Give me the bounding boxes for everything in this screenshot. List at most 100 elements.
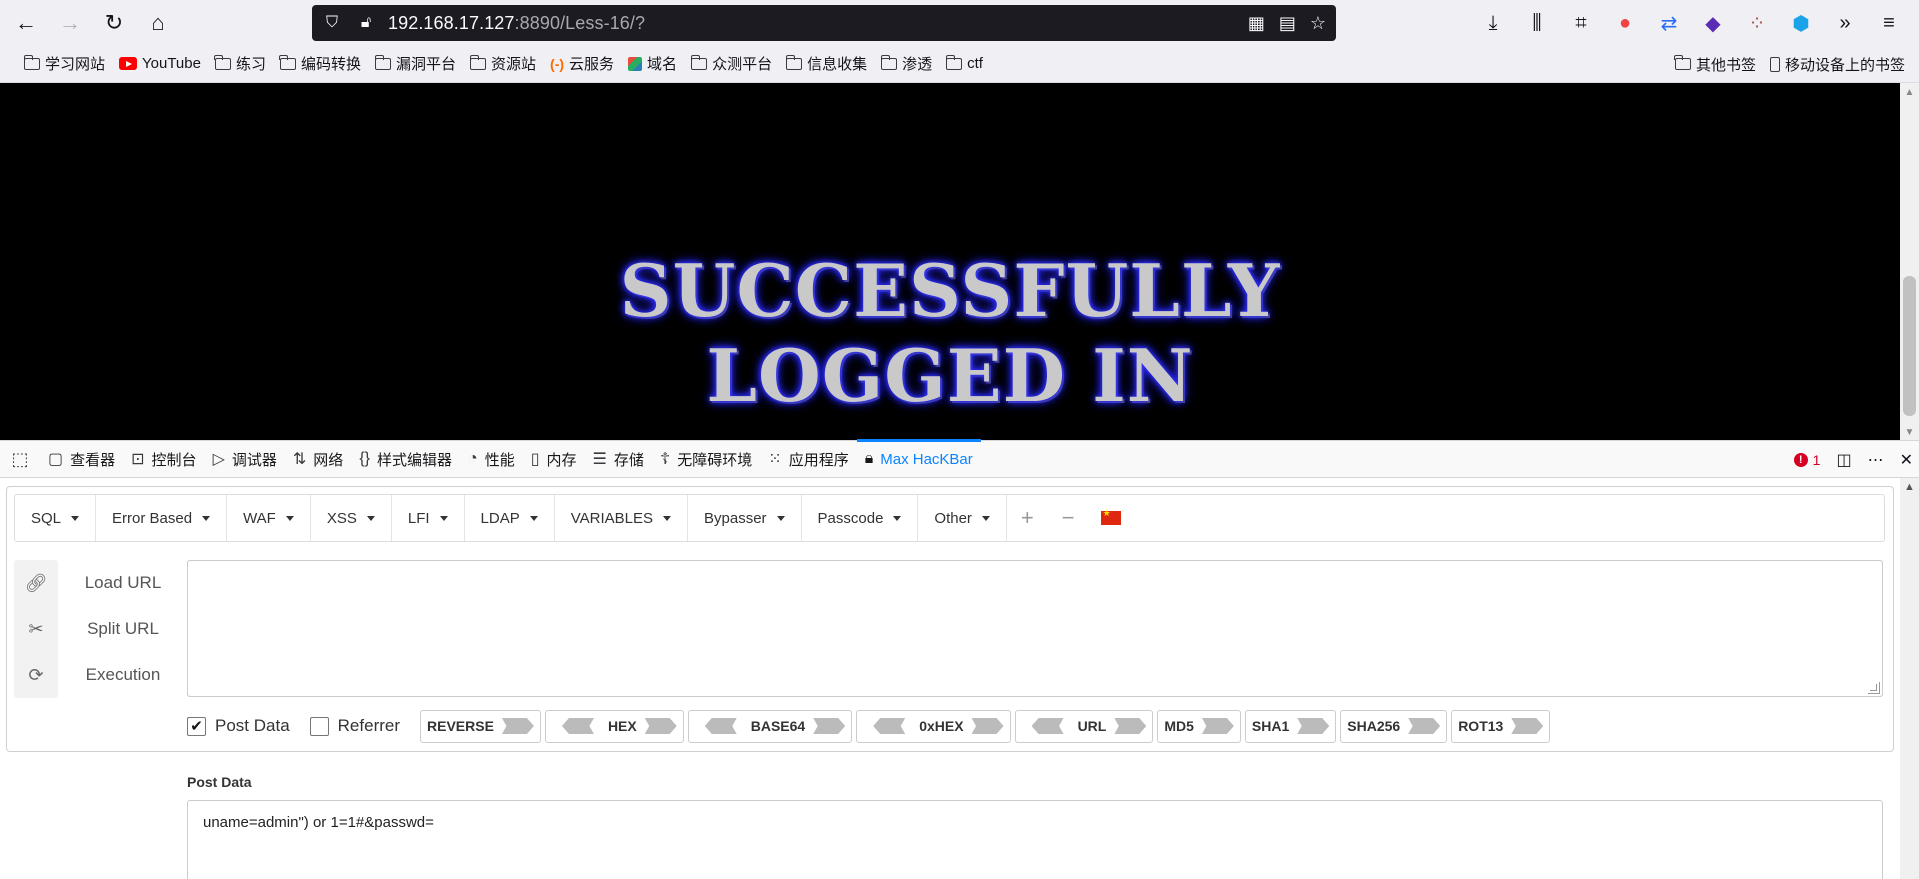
page-scrollbar[interactable]: ▲ ▼ xyxy=(1900,83,1919,440)
tab-memory[interactable]: ▯ 内存 xyxy=(523,440,585,478)
overflow-chevron-icon[interactable]: » xyxy=(1831,12,1859,35)
md5-button[interactable]: MD5 xyxy=(1157,709,1241,743)
success-message-line2: LOGGED IN xyxy=(706,333,1194,418)
bookmark-item[interactable]: 众测平台 xyxy=(690,53,772,74)
rot13-button[interactable]: ROT13 xyxy=(1451,709,1551,743)
split-url-button[interactable]: Split URL xyxy=(64,606,182,652)
tab-max-hackbar[interactable]: 🔒︎ Max HacKBar xyxy=(856,439,981,478)
extension-diamond-icon[interactable]: ◆ xyxy=(1699,11,1727,36)
menu-xss[interactable]: XSS xyxy=(311,495,392,541)
base64-button[interactable]: BASE64 xyxy=(687,709,853,743)
china-flag-icon[interactable] xyxy=(1089,495,1133,541)
close-icon[interactable]: ✕ xyxy=(1900,450,1913,470)
bookmark-item[interactable]: 资源站 xyxy=(469,53,536,74)
link-icon[interactable]: 🔗︎ xyxy=(14,560,58,606)
menu-ldap[interactable]: LDAP xyxy=(465,495,555,541)
reverse-button[interactable]: REVERSE xyxy=(420,709,541,743)
tab-network[interactable]: ⇅ 网络 xyxy=(285,440,351,478)
refresh-icon[interactable]: ⟳ xyxy=(14,652,58,698)
tab-style-editor[interactable]: {} 样式编辑器 xyxy=(351,440,460,478)
url-bar[interactable]: ⛉ 🔓︎ 192.168.17.127:8890/Less-16/? ▦ ▤ ☆ xyxy=(312,5,1336,41)
tab-accessibility[interactable]: ☦ 无障碍环境 xyxy=(652,440,760,478)
folder-icon xyxy=(279,54,296,70)
bookmark-item[interactable]: 学习网站 xyxy=(23,53,105,74)
extension-hex-icon[interactable]: ⬢ xyxy=(1787,11,1815,36)
menu-waf[interactable]: WAF xyxy=(227,495,311,541)
bookmark-star-icon[interactable]: ☆ xyxy=(1310,13,1326,34)
bookmark-item[interactable]: 域名 xyxy=(628,53,677,74)
scrollbar-thumb[interactable] xyxy=(1903,276,1916,416)
accessibility-icon: ☦ xyxy=(659,451,671,468)
tab-inspector[interactable]: ▢ 查看器 xyxy=(40,440,123,478)
extension-sync-icon[interactable]: ⇄ xyxy=(1655,11,1683,36)
menu-error-based[interactable]: Error Based xyxy=(96,495,228,541)
other-bookmarks[interactable]: 其他书签 xyxy=(1674,54,1756,75)
tab-performance[interactable]: ◔ 性能 xyxy=(460,440,523,478)
bookmark-item[interactable]: 信息收集 xyxy=(785,53,867,74)
home-icon[interactable]: ⌂ xyxy=(140,5,176,41)
scroll-down-arrow-icon[interactable]: ▼ xyxy=(1900,427,1919,438)
bookmark-item[interactable]: ctf xyxy=(945,54,983,72)
menu-lfi[interactable]: LFI xyxy=(392,495,465,541)
sha1-button[interactable]: SHA1 xyxy=(1244,709,1337,743)
back-arrow-icon[interactable]: ← xyxy=(8,5,44,41)
reader-view-icon[interactable]: ▤ xyxy=(1279,13,1296,34)
menu-bypasser[interactable]: Bypasser xyxy=(688,495,802,541)
browser-toolbar: ← → ↻ ⌂ ⛉ 🔓︎ 192.168.17.127:8890/Less-16… xyxy=(0,0,1919,45)
load-url-button[interactable]: Load URL xyxy=(64,560,182,606)
sha256-button[interactable]: SHA256 xyxy=(1340,709,1448,743)
tab-debugger[interactable]: ▷ 调试器 xyxy=(205,440,285,478)
memory-icon: ▯ xyxy=(530,451,540,468)
referrer-checkbox[interactable] xyxy=(309,716,329,736)
menu-hamburger-icon[interactable]: ≡ xyxy=(1875,12,1903,35)
menu-variables[interactable]: VARIABLES xyxy=(555,495,688,541)
downloads-icon[interactable]: ⤓ xyxy=(1479,12,1507,35)
reload-icon[interactable]: ↻ xyxy=(96,5,132,41)
crop-screenshot-icon[interactable]: ⌗ xyxy=(1567,12,1595,35)
scroll-up-arrow-icon[interactable]: ▲ xyxy=(1900,481,1919,493)
tab-application[interactable]: ⁙ 应用程序 xyxy=(760,440,856,478)
panel-scrollbar[interactable]: ▲ xyxy=(1900,478,1919,879)
bookmark-item[interactable]: 漏洞平台 xyxy=(374,53,456,74)
post-data-checkbox[interactable]: ✔ xyxy=(187,716,206,736)
caret-down-icon xyxy=(439,515,448,521)
url-textarea[interactable] xyxy=(187,560,1883,697)
more-options-icon[interactable]: ⋯ xyxy=(1868,450,1884,470)
mobile-bookmarks[interactable]: 移动设备上的书签 xyxy=(1769,54,1905,75)
caret-down-icon xyxy=(529,515,538,521)
forward-arrow-icon[interactable]: → xyxy=(52,5,88,41)
url-encode-button[interactable]: URL xyxy=(1014,709,1154,743)
arrow-right-icon xyxy=(971,718,1004,734)
youtube-icon xyxy=(119,57,138,70)
element-picker-icon[interactable]: ⬚ xyxy=(0,449,40,470)
minus-icon[interactable]: − xyxy=(1048,495,1089,541)
bookmark-item[interactable]: 渗透 xyxy=(880,53,932,74)
post-data-textarea[interactable]: uname=admin") or 1=1#&passwd= xyxy=(187,800,1883,879)
plus-icon[interactable]: + xyxy=(1007,495,1048,541)
dock-side-icon[interactable]: ◫ xyxy=(1836,450,1851,470)
url-text[interactable]: 192.168.17.127:8890/Less-16/? xyxy=(388,13,645,34)
caret-down-icon xyxy=(776,515,785,521)
bookmark-item[interactable]: (-) 云服务 xyxy=(550,53,614,74)
extension-dots-icon[interactable]: ⁘ xyxy=(1743,11,1771,36)
scroll-up-arrow-icon[interactable]: ▲ xyxy=(1900,87,1919,98)
menu-passcode[interactable]: Passcode xyxy=(802,495,919,541)
menu-other[interactable]: Other xyxy=(918,495,1007,541)
hex-button[interactable]: HEX xyxy=(544,709,684,743)
insecure-lock-icon[interactable]: 🔓︎ xyxy=(352,5,380,41)
error-count-badge[interactable]: ! 1 xyxy=(1793,452,1820,468)
qr-code-icon[interactable]: ▦ xyxy=(1248,13,1265,34)
folder-icon xyxy=(374,54,391,70)
0xhex-button[interactable]: 0xHEX xyxy=(856,709,1011,743)
tab-console[interactable]: ⊡ 控制台 xyxy=(123,440,204,478)
execution-button[interactable]: Execution xyxy=(64,652,182,698)
bookmark-item[interactable]: YouTube xyxy=(119,55,201,72)
extension-fox-icon[interactable]: ● xyxy=(1611,12,1639,35)
menu-sql[interactable]: SQL xyxy=(15,495,97,541)
tab-storage[interactable]: ☰ 存储 xyxy=(585,440,652,478)
bookmark-item[interactable]: 练习 xyxy=(214,53,266,74)
bookmark-item[interactable]: 编码转换 xyxy=(279,53,361,74)
library-icon[interactable]: ⫼ xyxy=(1523,12,1551,35)
shield-icon[interactable]: ⛉ xyxy=(318,5,346,41)
scissors-icon[interactable]: ✂ xyxy=(14,606,58,652)
